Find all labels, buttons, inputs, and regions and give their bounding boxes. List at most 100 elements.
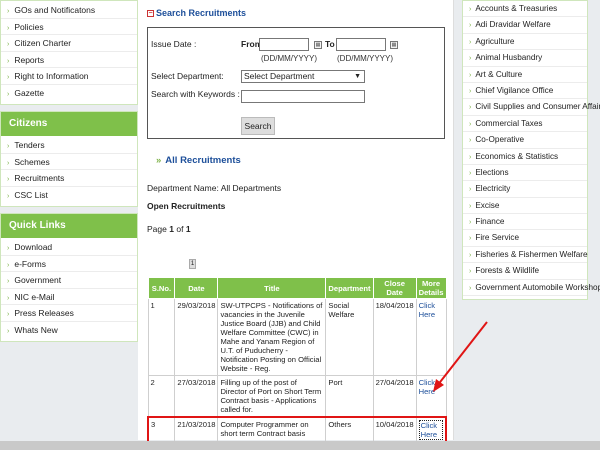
citizens-link-item[interactable]: › Tenders <box>1 137 137 154</box>
top-links-list: › GOs and Notificatons › Policies › Citizen C… <box>1 1 137 104</box>
top-link-item[interactable]: › Citizen Charter <box>1 35 137 52</box>
cell-sno: 2 <box>147 375 176 418</box>
bullet-icon: › <box>469 235 472 243</box>
department-select[interactable]: Select Department ▼ <box>241 70 365 83</box>
search-form: Issue Date : From ▦ To ▦ (DD/MM/YYYY) (D… <box>147 27 445 139</box>
department-link-item[interactable]: › Accounts & Treasuries <box>463 1 587 18</box>
open-recruitments-label: Open Recruitments <box>147 201 226 211</box>
from-calendar-icon[interactable]: ▦ <box>314 41 322 49</box>
table-row: 2 27/03/2018 Filling up of the post of Dir… <box>147 375 447 418</box>
cell-sno: 3 <box>147 416 176 444</box>
search-button[interactable]: Search <box>241 117 275 135</box>
click-here-link[interactable]: Click Here <box>415 416 447 444</box>
cell-close: 27/04/2018 <box>372 375 417 418</box>
cell-close: 10/04/2018 <box>372 416 417 444</box>
cell-title: Computer Programmer on short term Contra… <box>217 416 327 444</box>
table-body: 1 29/03/2018 SW-UTPCPS - Notifications of … <box>147 298 447 444</box>
search-recruitments-toggle[interactable]: − Search Recruitments <box>147 8 246 18</box>
department-link-item[interactable]: › Commercial Taxes <box>463 116 587 133</box>
department-link-item[interactable]: › Co-Operative <box>463 132 587 149</box>
department-link-item-label: Animal Husbandry <box>475 53 543 63</box>
citizens-link-item[interactable]: › Recruitments <box>1 170 137 187</box>
bullet-icon: › <box>469 251 472 259</box>
top-links-box: › GOs and Notificatons › Policies › Citizen C… <box>0 0 138 105</box>
department-link-item-label: Art & Culture <box>475 69 523 79</box>
quick-link-item[interactable]: › Whats New <box>1 322 137 339</box>
to-date-input[interactable] <box>336 38 386 51</box>
department-link-item[interactable]: › Fire Service <box>463 230 587 247</box>
department-link-item[interactable]: › Finance <box>463 214 587 231</box>
to-calendar-icon[interactable]: ▦ <box>390 41 398 49</box>
quick-link-item[interactable]: › Download <box>1 239 137 256</box>
citizens-link-item[interactable]: › Schemes <box>1 154 137 170</box>
bullet-icon: › <box>469 153 472 161</box>
department-link-item[interactable]: › Agriculture <box>463 34 587 51</box>
department-link-item[interactable]: › Chief Vigilance Office <box>463 83 587 100</box>
department-link-item-label: Civil Supplies and Consumer Affairs <box>475 102 600 112</box>
top-link-item[interactable]: › Policies <box>1 19 137 35</box>
citizens-heading: Citizens <box>1 112 137 136</box>
column-header: Department <box>325 277 374 299</box>
department-link-item[interactable]: › Economics & Statistics <box>463 149 587 165</box>
column-header: More Details <box>415 277 447 299</box>
bullet-icon: › <box>7 8 10 15</box>
bullet-icon: › <box>469 169 472 177</box>
department-link-item-label: Fisheries & Fishermen Welfare <box>475 249 588 259</box>
to-label: To <box>325 39 335 49</box>
bullet-icon: › <box>7 261 10 269</box>
department-link-item-label: Accounts & Treasuries <box>475 4 558 13</box>
top-link-item[interactable]: › Gazette <box>1 85 137 102</box>
pager-button[interactable]: 1 <box>189 259 196 269</box>
bullet-icon: › <box>7 41 10 48</box>
department-link-item[interactable]: › Excise <box>463 198 587 215</box>
top-link-item[interactable]: › Right to Information <box>1 68 137 85</box>
department-link-item[interactable]: › Adi Dravidar Welfare <box>463 17 587 34</box>
department-link-item[interactable]: › Animal Husbandry <box>463 50 587 67</box>
bullet-icon: › <box>469 55 472 63</box>
bullet-icon: › <box>469 268 472 276</box>
citizens-link-item[interactable]: › CSC List <box>1 187 137 204</box>
department-link-item-label: Government Automobile Workshop <box>475 282 600 292</box>
keywords-label: Search with Keywords : <box>151 89 240 99</box>
quick-link-item[interactable]: › Government <box>1 272 137 289</box>
table-header-row: S.No. Date Title Department Close Date More D… <box>147 277 447 299</box>
departments-sidebar: › Accounts & Treasuries › Adi Dravidar Welf… <box>462 0 600 300</box>
department-link-item[interactable]: › Fisheries & Fishermen Welfare <box>463 247 588 264</box>
departments-list: › Accounts & Treasuries › Adi Dravidar Welf… <box>463 1 600 297</box>
department-link-item-label: Commercial Taxes <box>475 118 543 128</box>
from-date-input[interactable] <box>259 38 309 51</box>
department-link-item[interactable]: › Civil Supplies and Consumer Affairs <box>463 99 600 116</box>
bullet-icon: › <box>7 57 10 65</box>
quick-links-list: › Download › e-Forms › Government › NIC e-Mail ›… <box>1 238 137 341</box>
department-selected-value: Select Department <box>244 71 315 81</box>
department-link-item[interactable]: › Art & Culture <box>463 67 587 83</box>
department-link-item-label: Adi Dravidar Welfare <box>475 20 551 30</box>
click-here-link[interactable]: Click Here <box>415 375 447 418</box>
department-link-item-label: Electricity <box>475 184 511 194</box>
bullet-icon: › <box>7 159 10 167</box>
citizens-link-item-label: Tenders <box>14 140 45 150</box>
left-sidebar: › GOs and Notificatons › Policies › Citizen C… <box>0 0 138 348</box>
top-link-item[interactable]: › GOs and Notificatons <box>1 2 137 19</box>
department-link-item[interactable]: › Government Automobile Workshop <box>463 280 600 297</box>
recruitments-table: S.No. Date Title Department Close Date More D… <box>147 277 447 444</box>
bullet-icon: › <box>469 22 472 30</box>
department-link-item[interactable]: › Elections <box>463 165 587 182</box>
department-link-item[interactable]: › Electricity <box>463 181 587 198</box>
click-here-link[interactable]: Click Here <box>415 298 447 376</box>
department-link-item[interactable]: › Forests & Wildlife <box>463 263 587 280</box>
top-link-item[interactable]: › Reports <box>1 52 137 68</box>
cell-department: Social Welfare <box>325 298 374 376</box>
quick-link-item[interactable]: › e-Forms <box>1 256 137 272</box>
quick-link-item[interactable]: › NIC e-Mail <box>1 289 137 305</box>
column-header: Date <box>174 277 219 299</box>
quick-link-item[interactable]: › Press Releases <box>1 305 137 322</box>
search-section-title: Search Recruitments <box>156 8 247 18</box>
quick-link-item-label: Press Releases <box>14 308 74 318</box>
keywords-input[interactable] <box>241 90 365 103</box>
bullet-icon: › <box>469 6 472 13</box>
bullet-icon: › <box>7 176 10 183</box>
bullet-icon: › <box>469 120 472 128</box>
citizens-list: › Tenders › Schemes › Recruitments › CSC List <box>1 136 137 206</box>
quick-link-item-label: Whats New <box>14 324 58 335</box>
